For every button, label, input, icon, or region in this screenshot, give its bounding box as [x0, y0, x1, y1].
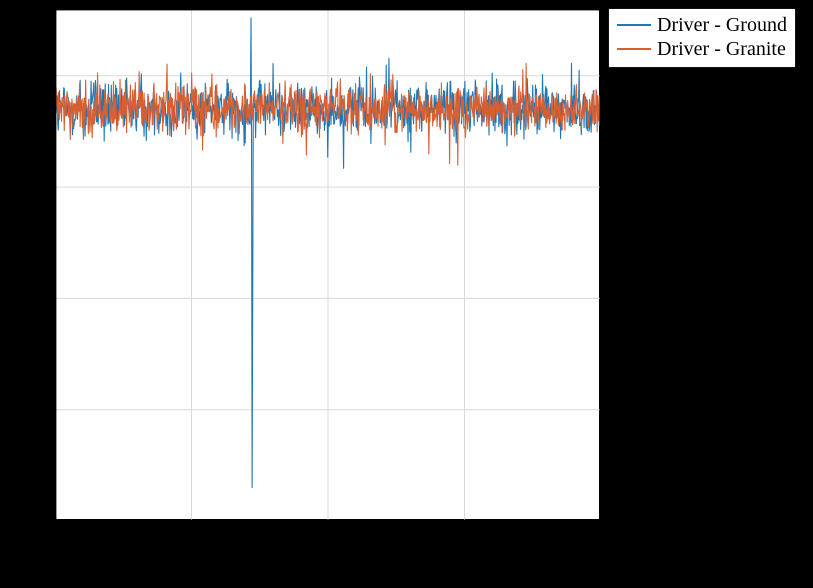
plot-svg — [55, 9, 601, 521]
legend: Driver - GroundDriver - Granite — [608, 8, 796, 68]
legend-item: Driver - Granite — [617, 37, 787, 61]
legend-swatch — [617, 24, 651, 26]
legend-item: Driver - Ground — [617, 13, 787, 37]
plot-area — [54, 8, 600, 520]
chart-figure: Driver - GroundDriver - Granite — [0, 0, 813, 588]
legend-label: Driver - Granite — [657, 37, 786, 61]
legend-swatch — [617, 48, 651, 50]
legend-label: Driver - Ground — [657, 13, 787, 37]
